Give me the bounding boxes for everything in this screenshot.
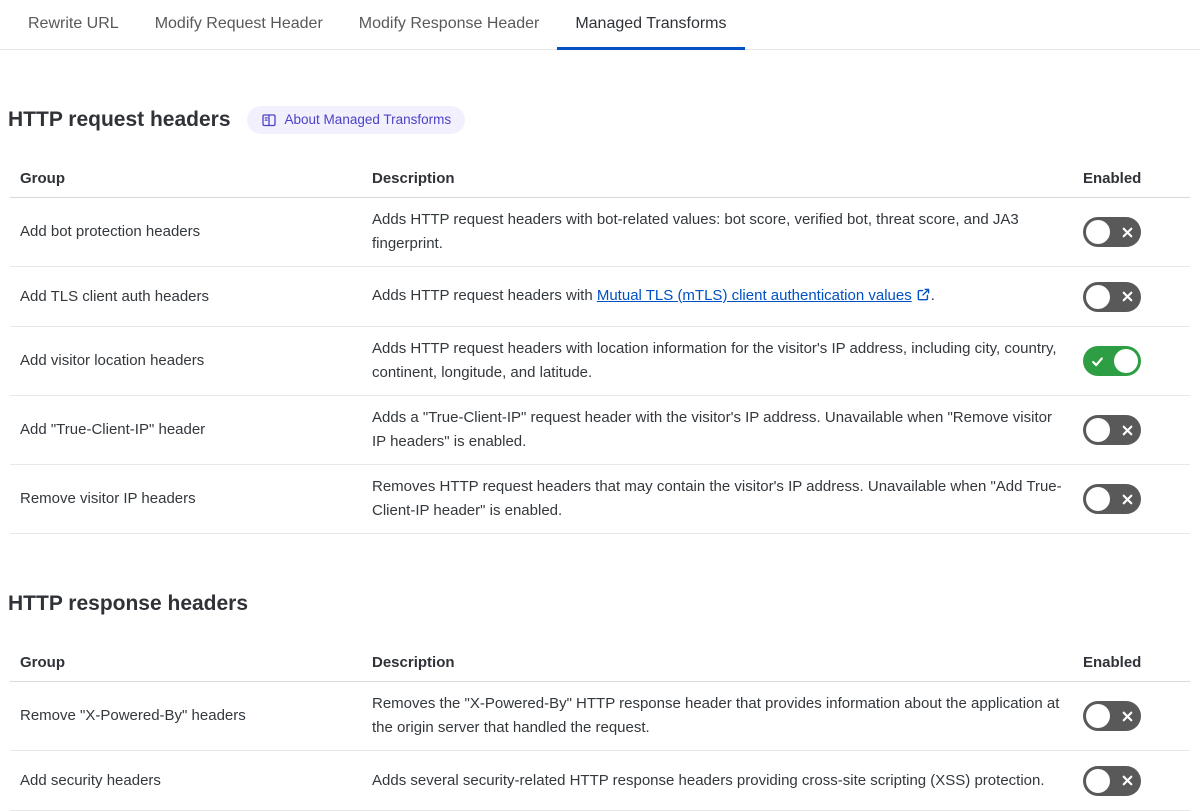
response-headers-table: Group Description Enabled Remove "X-Powe…	[10, 648, 1190, 811]
column-header-enabled: Enabled	[1083, 170, 1142, 188]
tab-modify-response-header[interactable]: Modify Response Header	[341, 0, 558, 50]
table-row: Add "True-Client-IP" header Adds a "True-…	[10, 396, 1190, 466]
x-icon	[1116, 774, 1138, 787]
book-icon	[261, 112, 277, 128]
tab-rewrite-url[interactable]: Rewrite URL	[10, 0, 137, 50]
request-headers-table: Group Description Enabled Add bot protec…	[10, 164, 1190, 535]
enabled-cell	[1073, 765, 1190, 796]
about-managed-transforms-badge[interactable]: About Managed Transforms	[246, 106, 466, 135]
group-cell: Add "True-Client-IP" header	[20, 421, 206, 439]
enabled-cell	[1073, 701, 1190, 732]
toggle-knob	[1086, 487, 1110, 512]
description-text: Adds HTTP request headers with	[372, 286, 597, 304]
x-icon	[1116, 710, 1138, 723]
external-link-icon	[916, 286, 931, 310]
group-cell: Remove visitor IP headers	[20, 490, 196, 508]
group-cell: Add TLS client auth headers	[20, 287, 210, 305]
toggle-knob	[1114, 349, 1138, 374]
x-icon	[1116, 424, 1138, 437]
table-row: Add bot protection headers Adds HTTP requ…	[10, 198, 1190, 268]
x-icon	[1116, 493, 1138, 506]
response-section-title: HTTP response headers	[8, 592, 249, 616]
toggle-add-bot-protection-headers[interactable]	[1083, 217, 1141, 248]
mtls-docs-link[interactable]: Mutual TLS (mTLS) client authentication …	[597, 287, 912, 304]
table-header-row: Group Description Enabled	[10, 648, 1190, 683]
badge-label: About Managed Transforms	[284, 112, 452, 128]
description-cell: Removes the "X-Powered-By" HTTP response…	[372, 695, 1060, 737]
table-row: Remove visitor IP headers Removes HTTP re…	[10, 465, 1190, 535]
toggle-knob	[1086, 704, 1110, 729]
table-row: Remove "X-Powered-By" headers Removes the…	[10, 682, 1190, 752]
column-header-enabled: Enabled	[1083, 654, 1142, 672]
transform-rules-tabbar: Rewrite URL Modify Request Header Modify…	[0, 0, 1200, 50]
group-cell: Add security headers	[20, 771, 161, 789]
toggle-add-true-client-ip-header[interactable]	[1083, 415, 1141, 446]
toggle-add-visitor-location-headers[interactable]	[1083, 346, 1141, 377]
http-request-headers-section: HTTP request headers About Managed Trans…	[8, 90, 1200, 535]
enabled-cell	[1073, 346, 1190, 377]
x-icon	[1116, 226, 1138, 239]
table-header-row: Group Description Enabled	[10, 164, 1190, 199]
table-row: Add security headers Adds several securit…	[10, 751, 1190, 811]
description-cell: Removes HTTP request headers that may co…	[372, 478, 1062, 520]
column-header-group: Group	[20, 170, 65, 188]
x-icon	[1116, 290, 1138, 303]
toggle-knob	[1086, 418, 1110, 443]
column-header-description: Description	[372, 654, 455, 672]
tab-managed-transforms[interactable]: Managed Transforms	[557, 0, 745, 50]
toggle-remove-visitor-ip-headers[interactable]	[1083, 484, 1141, 515]
column-header-group: Group	[20, 654, 65, 672]
toggle-knob	[1086, 768, 1110, 793]
toggle-add-tls-client-auth-headers[interactable]	[1083, 281, 1141, 312]
group-cell: Add visitor location headers	[20, 352, 205, 370]
group-cell: Add bot protection headers	[20, 223, 201, 241]
description-text: .	[930, 286, 935, 304]
column-header-description: Description	[372, 170, 455, 188]
tab-modify-request-header[interactable]: Modify Request Header	[137, 0, 341, 50]
table-row: Add visitor location headers Adds HTTP re…	[10, 327, 1190, 397]
toggle-knob	[1086, 284, 1110, 309]
description-cell: Adds HTTP request headers with location …	[372, 340, 1057, 382]
check-icon	[1086, 355, 1108, 368]
description-cell: Adds several security-related HTTP respo…	[372, 771, 1045, 789]
toggle-knob	[1086, 220, 1110, 245]
description-cell: Adds HTTP request headers with bot-relat…	[372, 211, 1019, 253]
enabled-cell	[1073, 484, 1190, 515]
enabled-cell	[1073, 281, 1190, 312]
group-cell: Remove "X-Powered-By" headers	[20, 707, 246, 725]
description-cell: Adds a "True-Client-IP" request header w…	[372, 409, 1052, 451]
table-row: Add TLS client auth headers Adds HTTP req…	[10, 267, 1190, 328]
enabled-cell	[1073, 415, 1190, 446]
toggle-remove-x-powered-by-headers[interactable]	[1083, 701, 1141, 732]
toggle-add-security-headers[interactable]	[1083, 765, 1141, 796]
request-section-title: HTTP request headers	[8, 108, 231, 132]
http-response-headers-section: HTTP response headers Group Description …	[8, 574, 1200, 811]
description-cell: Adds HTTP request headers with Mutual TL…	[372, 284, 1073, 310]
enabled-cell	[1073, 217, 1190, 248]
